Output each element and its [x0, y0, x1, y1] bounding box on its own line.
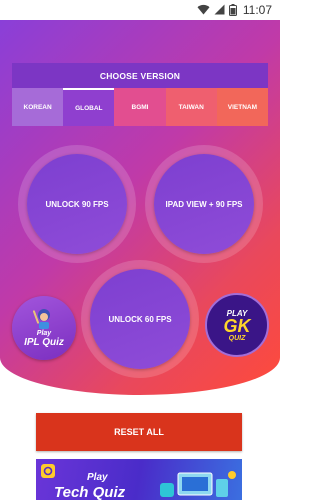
tech-quiz-line1: Play — [87, 472, 108, 483]
version-option-bgmi[interactable]: BGMI — [114, 88, 166, 126]
gk-quiz-button[interactable]: PLAY GK QUIZ — [205, 293, 269, 357]
ipl-quiz-line1: Play — [36, 330, 52, 337]
ipad-view-button[interactable]: IPAD VIEW + 90 FPS — [154, 154, 254, 254]
version-option-vietnam[interactable]: VIETNAM — [216, 88, 269, 126]
version-option-taiwan[interactable]: TAIWAN — [165, 88, 217, 126]
version-option-korean[interactable]: KOREAN — [12, 88, 64, 126]
version-option-global[interactable]: GLOBAL — [63, 88, 115, 126]
unlock-90-fps-label: UNLOCK 90 FPS — [45, 199, 109, 209]
gk-quiz-line3: QUIZ — [228, 334, 246, 342]
devices-icon — [160, 471, 236, 497]
unlock-60-fps-label: UNLOCK 60 FPS — [108, 314, 172, 324]
tech-quiz-banner[interactable]: Play Tech Quiz — [36, 459, 242, 500]
version-tabs: KOREAN GLOBAL BGMI TAIWAN VIETNAM — [12, 88, 269, 126]
ipl-quiz-button[interactable]: Play IPL Quiz — [12, 296, 76, 360]
signal-icon — [214, 4, 225, 15]
cricketer-icon — [32, 309, 50, 329]
reset-all-label: RESET ALL — [114, 427, 164, 437]
version-title: CHOOSE VERSION — [12, 63, 268, 88]
reset-all-button[interactable]: RESET ALL — [36, 413, 242, 451]
status-time: 11:07 — [242, 3, 272, 17]
ipl-quiz-line2: IPL Quiz — [24, 337, 64, 348]
status-bar: 11:07 — [0, 0, 280, 20]
unlock-60-fps-button[interactable]: UNLOCK 60 FPS — [90, 269, 190, 369]
wifi-icon — [197, 4, 210, 15]
tech-quiz-line2: Tech Quiz — [54, 484, 126, 500]
version-selector: CHOOSE VERSION KOREAN GLOBAL BGMI TAIWAN… — [12, 63, 269, 127]
gk-quiz-line2: GK — [223, 315, 251, 336]
ipad-view-label: IPAD VIEW + 90 FPS — [165, 199, 243, 209]
quiz-logo-icon — [41, 464, 55, 478]
battery-icon — [229, 4, 237, 16]
unlock-90-fps-button[interactable]: UNLOCK 90 FPS — [27, 154, 127, 254]
